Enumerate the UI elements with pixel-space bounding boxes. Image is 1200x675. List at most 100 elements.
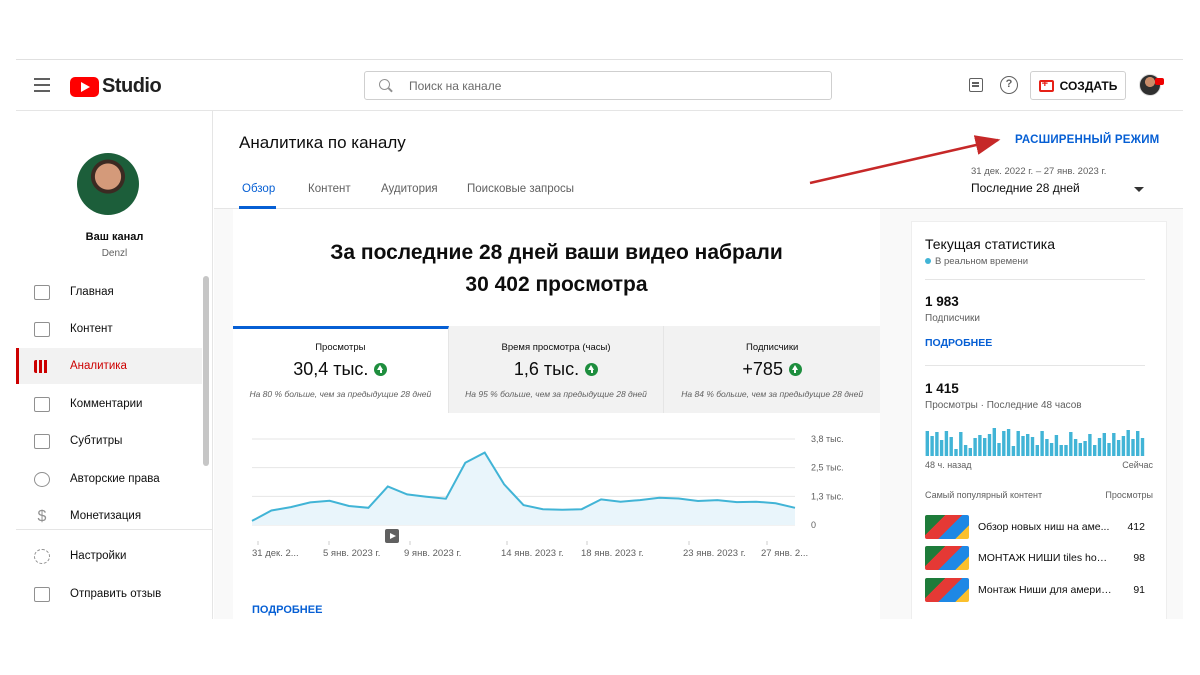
bar — [1069, 432, 1073, 456]
bar — [963, 445, 968, 456]
bar — [949, 437, 953, 456]
metric-note: На 80 % больше, чем за предыдущие 28 дне… — [249, 389, 432, 399]
metric-card-views[interactable]: Просмотры 30,4 тыс. На 80 % больше, чем … — [233, 326, 449, 413]
views-48h-bar-chart[interactable] — [925, 428, 1145, 456]
sidebar-item-analytics[interactable]: Аналитика — [16, 348, 202, 384]
divider — [925, 279, 1145, 280]
help-icon[interactable]: ? — [1000, 76, 1018, 94]
bar — [1073, 439, 1078, 456]
top-video-row[interactable]: Обзор новых ниш на аме... 412 — [925, 514, 1145, 540]
bar — [1121, 436, 1126, 456]
metric-label: Просмотры — [315, 342, 366, 353]
bar — [954, 449, 958, 456]
account-avatar[interactable] — [1139, 74, 1164, 96]
realtime-title: Текущая статистика — [925, 236, 1056, 252]
metric-value: +785 — [742, 359, 783, 379]
metric-cards: Просмотры 30,4 тыс. На 80 % больше, чем … — [233, 326, 881, 413]
bar — [1112, 433, 1116, 456]
sidebar-divider — [16, 529, 213, 530]
views-48h-label: Просмотры · Последние 48 часов — [925, 400, 1082, 411]
top-video-row[interactable]: Монтаж Ниши для америк... 91 — [925, 577, 1145, 603]
sidebar-scrollbar[interactable] — [203, 276, 209, 466]
realtime-more-link[interactable]: ПОДРОБНЕЕ — [925, 337, 992, 349]
studio-logo[interactable]: Studio — [70, 75, 162, 98]
search-input[interactable]: Поиск на канале — [364, 71, 832, 100]
date-period-select[interactable]: Последние 28 дней — [971, 181, 1080, 195]
sidebar-item-comments[interactable]: Комментарии — [16, 386, 202, 422]
views-48h-value: 1 415 — [925, 381, 959, 396]
y-tick-label: 0 — [811, 520, 816, 530]
tab-overview[interactable]: Обзор — [242, 183, 275, 195]
bar — [1126, 430, 1130, 456]
dashboard-icon — [34, 284, 50, 300]
top-bar: Studio Поиск на канале ? СОЗДАТЬ — [16, 60, 1183, 111]
copyright-icon — [34, 471, 50, 487]
bar — [1021, 436, 1025, 456]
channel-avatar[interactable] — [72, 149, 148, 217]
more-details-link[interactable]: ПОДРОБНЕЕ — [252, 604, 322, 616]
arrow-up-icon — [788, 363, 802, 376]
bar — [992, 428, 996, 456]
video-thumbnail — [925, 578, 969, 602]
tab-audience[interactable]: Аудитория — [381, 183, 438, 195]
sidebar-item-content[interactable]: Контент — [16, 311, 202, 347]
messages-icon[interactable] — [969, 78, 983, 92]
bar — [1064, 445, 1068, 456]
sidebar-item-label: Главная — [70, 286, 114, 298]
channel-handle: Denzl — [101, 248, 128, 259]
arrow-up-icon — [585, 363, 599, 376]
bar — [1140, 438, 1145, 456]
bar — [1078, 443, 1082, 456]
create-video-icon — [1038, 78, 1054, 92]
x-tick-label: 9 янв. 2023 г. — [404, 548, 461, 559]
subscribers-label: Подписчики — [925, 313, 981, 324]
video-title: МОНТАЖ НИШИ tiles hop н... — [978, 552, 1113, 564]
tab-content[interactable]: Контент — [308, 183, 351, 195]
bar — [1016, 431, 1020, 456]
bar — [1131, 439, 1135, 456]
bar — [1136, 431, 1140, 456]
x-tick-label: 31 дек. 2... — [252, 548, 299, 559]
bar — [1030, 437, 1035, 456]
y-tick-label: 2,5 тыс. — [811, 463, 844, 473]
bar — [1093, 445, 1097, 456]
bar — [1088, 434, 1092, 456]
metric-card-watch-time[interactable]: Время просмотра (часы) 1,6 тыс. На 95 % … — [448, 326, 665, 413]
bar — [1049, 443, 1054, 456]
tab-search-queries[interactable]: Поисковые запросы — [467, 183, 574, 195]
create-button[interactable]: СОЗДАТЬ — [1030, 71, 1126, 100]
live-label: В реальном времени — [935, 256, 1029, 267]
sidebar-item-copyright[interactable]: Авторские права — [16, 461, 202, 497]
advanced-mode-link[interactable]: РАСШИРЕННЫЙ РЕЖИМ — [1015, 134, 1159, 146]
headline-line-2: 30 402 просмотра — [465, 273, 648, 296]
top-content-header: Самый популярный контент — [925, 490, 1043, 500]
bar — [1097, 438, 1102, 456]
sidebar-item-label: Авторские права — [70, 473, 160, 485]
sidebar-item-dashboard[interactable]: Главная — [16, 274, 202, 310]
sidebar-item-label: Монетизация — [70, 510, 142, 522]
views-chart[interactable]: 3,8 тыс. 2,5 тыс. 1,3 тыс. 0 31 дек. 2... 5 я… — [233, 413, 880, 593]
chevron-down-icon[interactable] — [1134, 187, 1144, 192]
sidebar-item-settings[interactable]: Настройки — [16, 538, 202, 574]
menu-icon[interactable] — [34, 78, 50, 92]
x-tick-label: 27 янв. 2... — [761, 548, 808, 559]
video-views: 98 — [1133, 552, 1145, 564]
video-title: Обзор новых ниш на аме... — [978, 521, 1110, 533]
bar — [968, 448, 972, 456]
video-title: Монтаж Ниши для америк... — [978, 584, 1113, 596]
bar — [959, 432, 963, 456]
y-tick-label: 3,8 тыс. — [811, 434, 844, 444]
top-video-row[interactable]: МОНТАЖ НИШИ tiles hop н... 98 — [925, 545, 1145, 571]
bar — [1102, 433, 1106, 456]
bar — [935, 432, 939, 456]
sidebar-item-feedback[interactable]: Отправить отзыв — [16, 576, 202, 612]
bar — [1026, 434, 1030, 456]
realtime-panel: Текущая статистика В реальном времени 1 … — [911, 221, 1167, 619]
sidebar-item-subtitles[interactable]: Субтитры — [16, 423, 202, 459]
arrow-up-icon — [374, 363, 388, 376]
bar — [1107, 443, 1111, 456]
live-dot-icon — [925, 258, 931, 264]
sidebar-item-label: Контент — [70, 323, 113, 335]
x-tick-label: 18 янв. 2023 г. — [581, 548, 644, 559]
metric-card-subscribers[interactable]: Подписчики +785 На 84 % больше, чем за п… — [664, 326, 881, 413]
